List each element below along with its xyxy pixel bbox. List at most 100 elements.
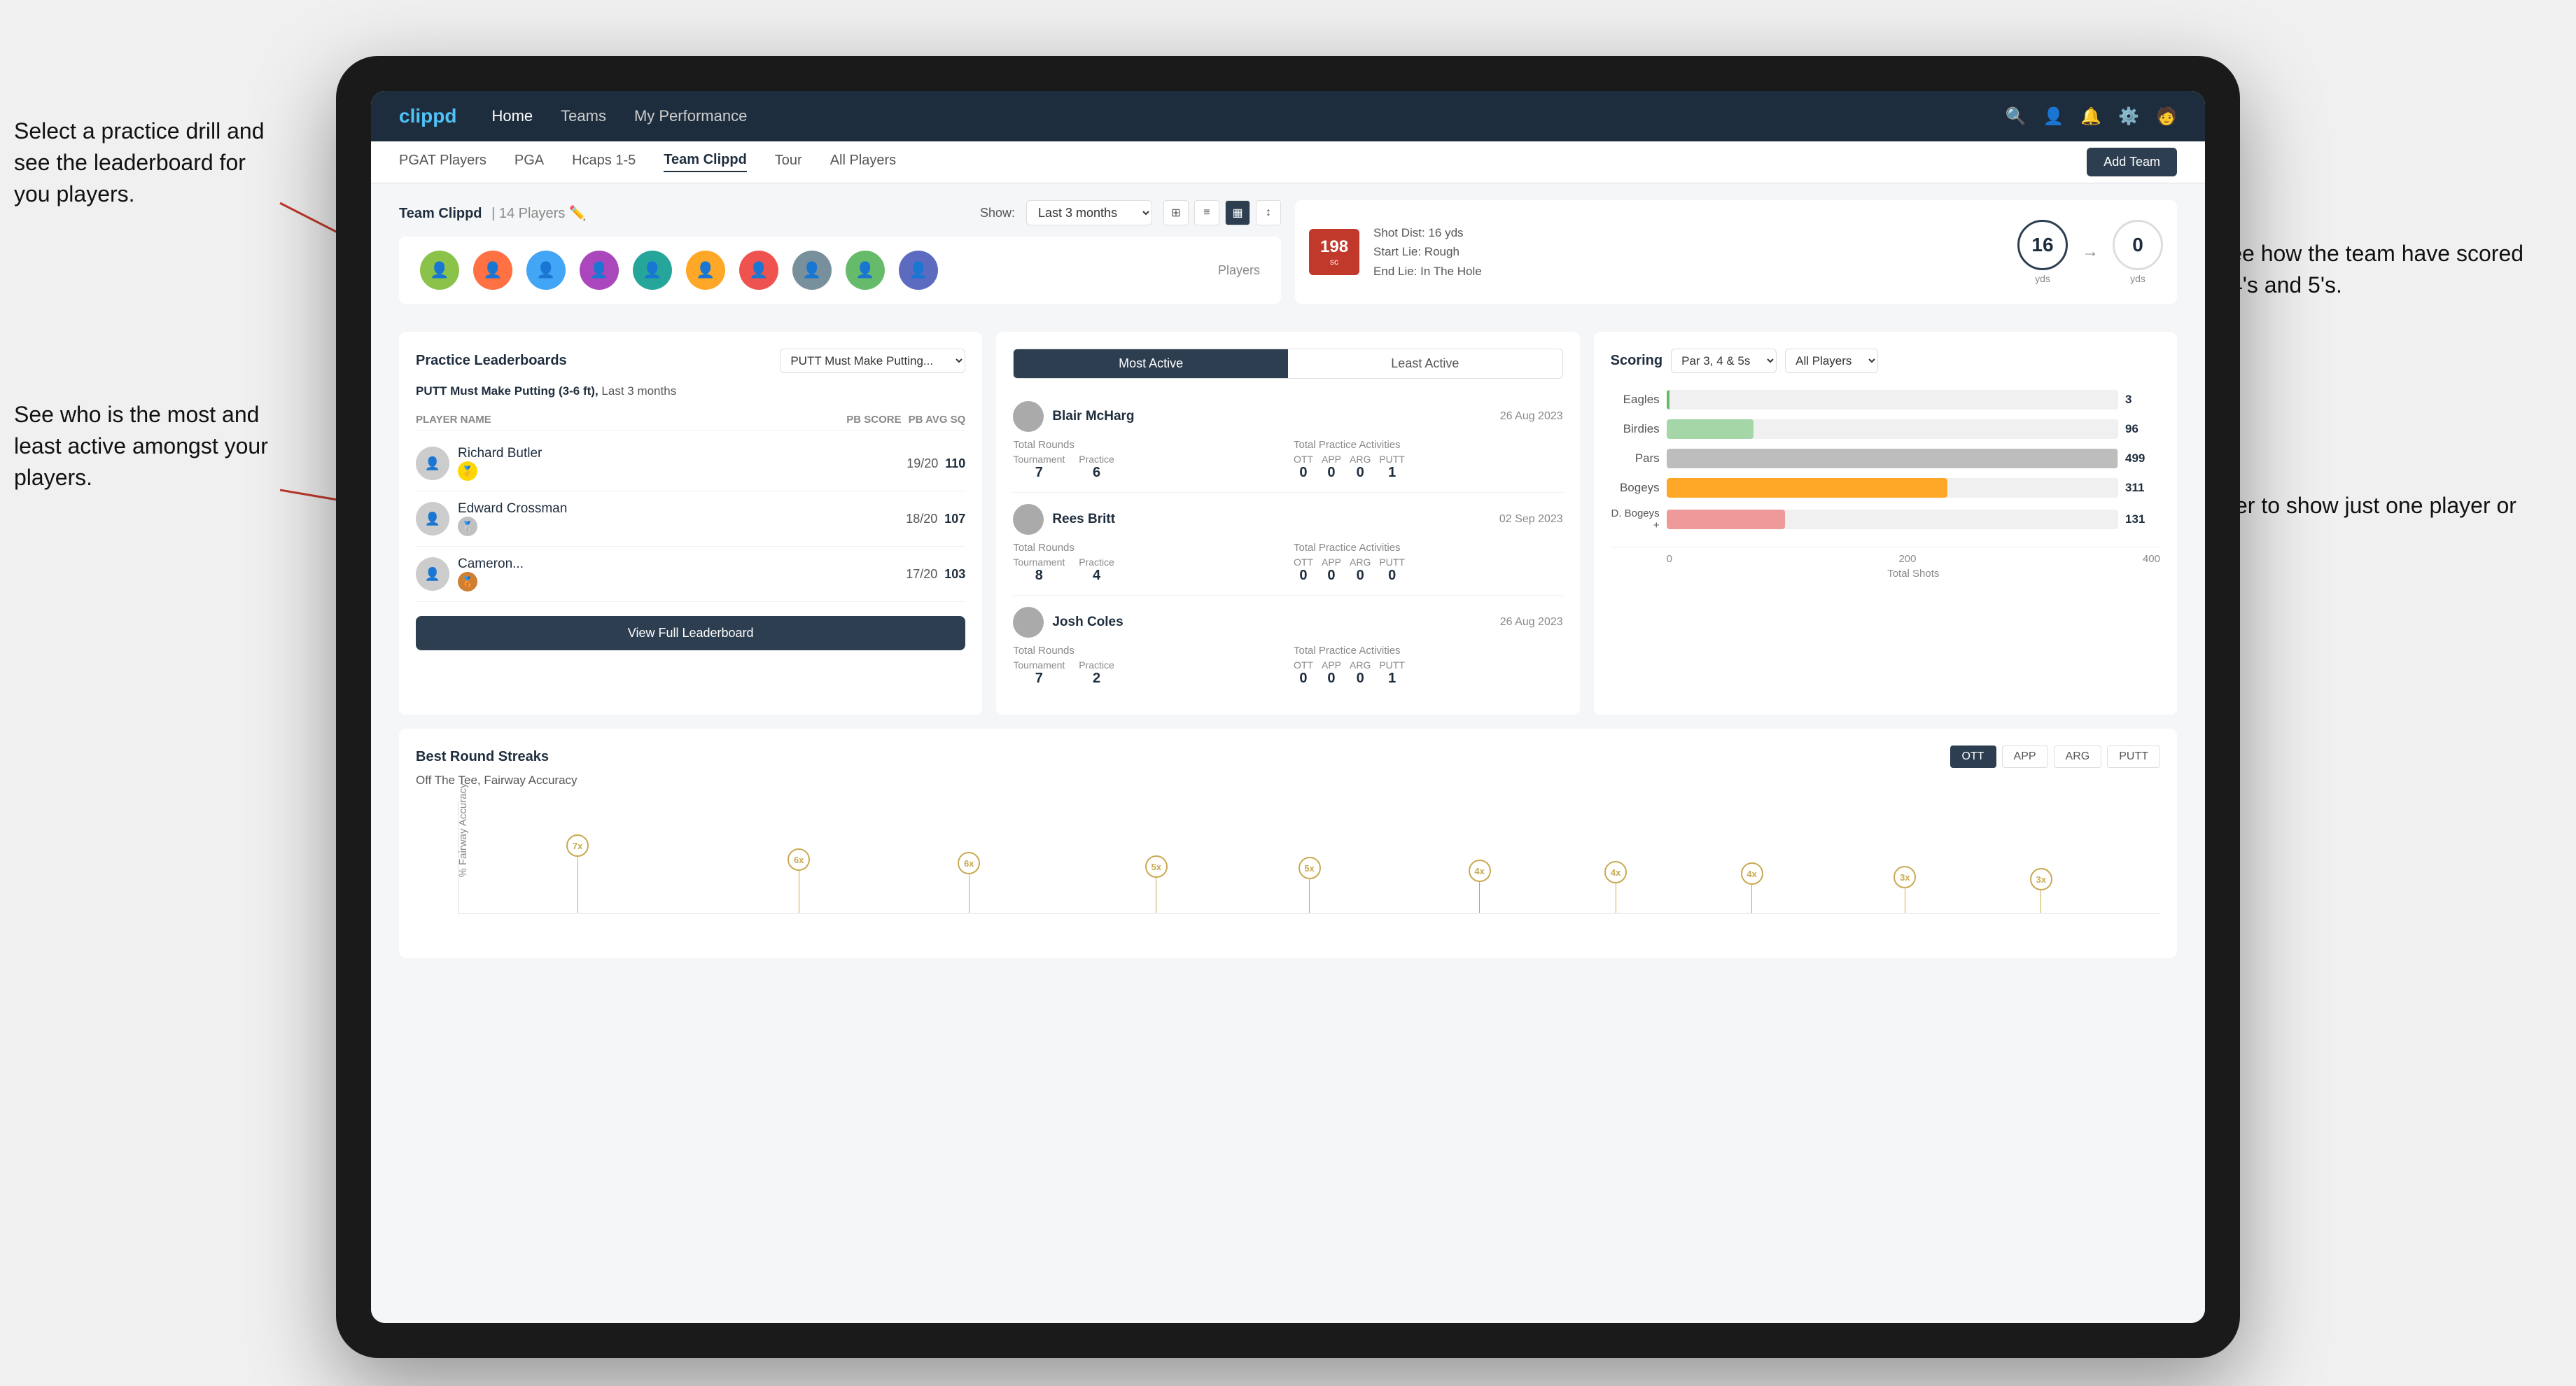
bar-label-birdies: Birdies bbox=[1611, 422, 1660, 436]
activity-avatar-2 bbox=[1013, 504, 1044, 535]
col-player: PLAYER NAME bbox=[416, 414, 839, 426]
putt-button[interactable]: PUTT bbox=[2107, 746, 2160, 768]
bar-value-eagles: 3 bbox=[2125, 393, 2160, 407]
activity-card-1: Blair McHarg 26 Aug 2023 Total Rounds To… bbox=[1013, 390, 1562, 493]
bar-label-dbogeys: D. Bogeys + bbox=[1611, 507, 1660, 531]
bar-track-bogeys bbox=[1667, 478, 2118, 498]
player-filter-select[interactable]: All Players bbox=[1785, 349, 1878, 373]
nav-link-home[interactable]: Home bbox=[491, 107, 533, 125]
arg-button[interactable]: ARG bbox=[2054, 746, 2102, 768]
activity-tabs: Most Active Least Active bbox=[1013, 349, 1562, 379]
bar-value-dbogeys: 131 bbox=[2125, 512, 2160, 526]
scoring-header: Scoring Par 3, 4 & 5s Par 3s Par 4s Par … bbox=[1611, 349, 2160, 373]
bar-fill-dbogeys bbox=[1667, 510, 1785, 529]
player-avatar-6[interactable]: 👤 bbox=[686, 251, 725, 290]
settings-icon[interactable]: ⚙️ bbox=[2118, 106, 2139, 127]
player-avatar-7[interactable]: 👤 bbox=[739, 251, 778, 290]
lb-avatar-2: 👤 bbox=[416, 502, 449, 536]
streak-dot-3x-1: 3x bbox=[1893, 866, 1916, 913]
lb-header: PLAYER NAME PB SCORE PB AVG SQ bbox=[416, 410, 965, 430]
subnav-tour[interactable]: Tour bbox=[775, 153, 802, 172]
drill-select[interactable]: PUTT Must Make Putting... bbox=[780, 349, 965, 373]
player-avatar-2[interactable]: 👤 bbox=[473, 251, 512, 290]
activity-name-2: Rees Britt bbox=[1052, 512, 1491, 527]
lb-player-3: 👤 Cameron... 🥉 bbox=[416, 556, 899, 592]
search-icon[interactable]: 🔍 bbox=[2005, 106, 2026, 127]
activity-practice-2: Total Practice Activities OTT0 APP0 ARG0… bbox=[1294, 542, 1563, 584]
view-full-leaderboard-button[interactable]: View Full Leaderboard bbox=[416, 616, 965, 650]
bar-label-bogeys: Bogeys bbox=[1611, 481, 1660, 495]
subnav-team-clippd[interactable]: Team Clippd bbox=[664, 152, 747, 172]
subnav-hcaps[interactable]: Hcaps 1-5 bbox=[572, 153, 636, 172]
card-view-icon[interactable]: ▦ bbox=[1225, 200, 1250, 225]
nav-logo: clippd bbox=[399, 105, 456, 127]
lb-name-2: Edward Crossman bbox=[458, 501, 567, 517]
player-avatar-5[interactable]: 👤 bbox=[633, 251, 672, 290]
most-active-tab[interactable]: Most Active bbox=[1014, 349, 1288, 378]
avatar-icon[interactable]: 🧑 bbox=[2156, 106, 2177, 127]
player-avatar-10[interactable]: 👤 bbox=[899, 251, 938, 290]
lb-badge-1: 🥇 bbox=[458, 461, 477, 481]
add-team-button[interactable]: Add Team bbox=[2087, 148, 2177, 176]
lb-badge-2: 🥈 bbox=[458, 517, 477, 536]
show-controls: Show: Last 3 months Last 6 months Last y… bbox=[980, 200, 1281, 225]
sort-icon[interactable]: ↕ bbox=[1256, 200, 1281, 225]
user-icon[interactable]: 👤 bbox=[2043, 106, 2064, 127]
activity-card-2: Rees Britt 02 Sep 2023 Total Rounds Tour… bbox=[1013, 493, 1562, 596]
tournament-stat-1: Tournament 7 bbox=[1013, 454, 1065, 481]
subnav-all-players[interactable]: All Players bbox=[830, 153, 896, 172]
player-avatar-3[interactable]: 👤 bbox=[526, 251, 566, 290]
ott-button[interactable]: OTT bbox=[1950, 746, 1996, 768]
view-icons: ⊞ ≡ ▦ ↕ bbox=[1163, 200, 1281, 225]
bell-icon[interactable]: 🔔 bbox=[2080, 106, 2101, 127]
subnav-pga[interactable]: PGA bbox=[514, 153, 544, 172]
score-info: Shot Dist: 16 yds Start Lie: Rough End L… bbox=[1373, 223, 1482, 281]
bar-track-birdies bbox=[1667, 419, 2118, 439]
practice-stat-1: Practice 6 bbox=[1079, 454, 1114, 481]
list-view-icon[interactable]: ≡ bbox=[1194, 200, 1219, 225]
scoring-title: Scoring bbox=[1611, 353, 1662, 369]
tablet-screen: clippd Home Teams My Performance 🔍 👤 🔔 ⚙… bbox=[371, 91, 2205, 1323]
nav-link-performance[interactable]: My Performance bbox=[634, 107, 747, 125]
panel-title: Practice Leaderboards bbox=[416, 353, 567, 369]
lb-name-3: Cameron... bbox=[458, 556, 524, 572]
activity-name-1: Blair McHarg bbox=[1052, 409, 1491, 424]
streak-dot-5x-1: 5x bbox=[1145, 855, 1168, 913]
par-filter-select[interactable]: Par 3, 4 & 5s Par 3s Par 4s Par 5s bbox=[1671, 349, 1777, 373]
subnav: PGAT Players PGA Hcaps 1-5 Team Clippd T… bbox=[371, 141, 2205, 183]
nav-link-teams[interactable]: Teams bbox=[561, 107, 606, 125]
axis-label-400: 400 bbox=[2143, 553, 2160, 565]
circle1-wrap: 16 yds bbox=[2017, 220, 2068, 284]
streaks-header: Best Round Streaks OTT APP ARG PUTT bbox=[416, 746, 2160, 768]
axis-title: Total Shots bbox=[1667, 568, 2160, 580]
practice-leaderboard-panel: Practice Leaderboards PUTT Must Make Put… bbox=[399, 332, 982, 715]
score-circles: 16 yds → 0 yds bbox=[2017, 220, 2163, 284]
app-button[interactable]: APP bbox=[2002, 746, 2048, 768]
team-header: Team Clippd | 14 Players ✏️ Show: Last 3… bbox=[399, 200, 1281, 225]
show-select[interactable]: Last 3 months Last 6 months Last year bbox=[1026, 200, 1152, 225]
streaks-panel: Best Round Streaks OTT APP ARG PUTT Off … bbox=[399, 729, 2177, 958]
lb-row-1: 👤 Richard Butler 🥇 19/20 110 bbox=[416, 436, 965, 491]
bar-label-eagles: Eagles bbox=[1611, 393, 1660, 407]
annotation-2-text: See who is the most and least active amo… bbox=[14, 402, 268, 490]
annotation-2: See who is the most and least active amo… bbox=[14, 399, 280, 493]
score-value: 198 bbox=[1320, 237, 1348, 257]
circle2-label: yds bbox=[2113, 273, 2163, 284]
bar-row-dbogeys: D. Bogeys + 131 bbox=[1611, 507, 2160, 531]
player-avatar-1[interactable]: 👤 bbox=[420, 251, 459, 290]
streak-dot-4x-1: 4x bbox=[1469, 860, 1491, 913]
subnav-pgat[interactable]: PGAT Players bbox=[399, 153, 486, 172]
lb-avg-1: 110 bbox=[945, 456, 965, 471]
player-avatar-9[interactable]: 👤 bbox=[846, 251, 885, 290]
least-active-tab[interactable]: Least Active bbox=[1288, 349, 1562, 378]
bar-row-bogeys: Bogeys 311 bbox=[1611, 478, 2160, 498]
streak-dot-3x-2: 3x bbox=[2030, 868, 2052, 913]
player-avatar-8[interactable]: 👤 bbox=[792, 251, 832, 290]
lb-avatar-1: 👤 bbox=[416, 447, 449, 480]
lb-row-3: 👤 Cameron... 🥉 17/20 103 bbox=[416, 547, 965, 602]
player-avatar-4[interactable]: 👤 bbox=[580, 251, 619, 290]
lb-name-1: Richard Butler bbox=[458, 446, 542, 461]
activity-card-3: Josh Coles 26 Aug 2023 Total Rounds Tour… bbox=[1013, 596, 1562, 698]
grid-view-icon[interactable]: ⊞ bbox=[1163, 200, 1189, 225]
lb-score-3: 17/20 bbox=[906, 567, 937, 582]
